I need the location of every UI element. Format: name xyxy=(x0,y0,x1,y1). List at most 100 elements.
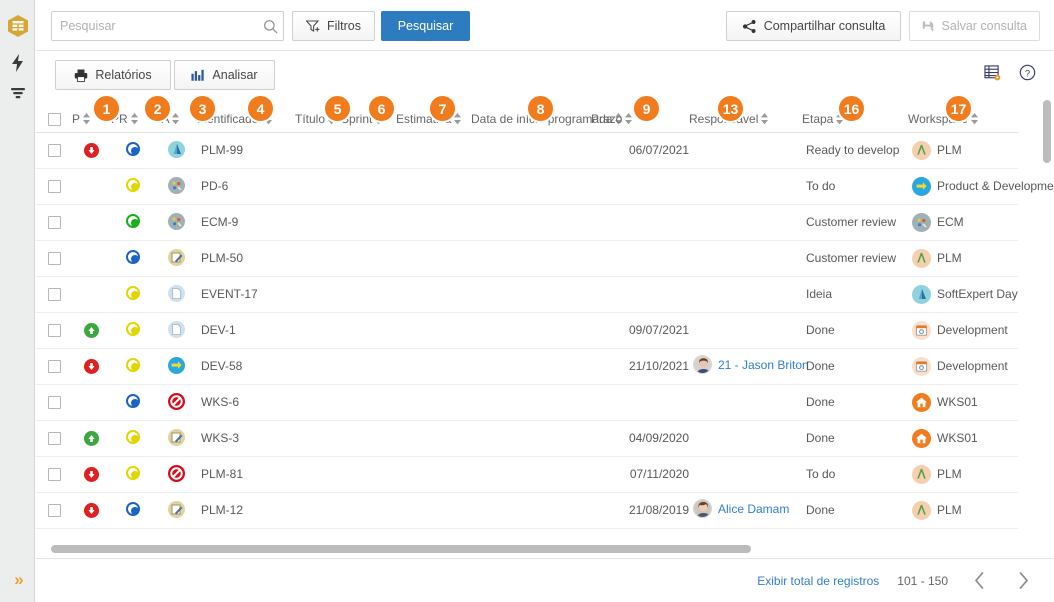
sort-ta-icon[interactable] xyxy=(172,112,180,125)
owner-name[interactable]: Alice Damam xyxy=(718,502,789,516)
cell-identifier[interactable]: PLM-12 xyxy=(197,492,295,529)
next-page-button[interactable] xyxy=(1010,568,1036,594)
sort-workspace-icon[interactable] xyxy=(970,112,978,125)
workspace-chip[interactable]: Development xyxy=(912,356,1008,376)
sort-pr-icon[interactable] xyxy=(130,112,138,125)
cell-ta xyxy=(155,456,197,493)
table-row[interactable]: PD-6 To do Product & Development xyxy=(36,168,1054,205)
cell-ta xyxy=(155,204,197,241)
share-query-button[interactable]: Compartilhar consulta xyxy=(726,11,901,41)
filters-button[interactable]: Filtros xyxy=(292,11,375,41)
cell-select[interactable] xyxy=(36,312,72,349)
cell-select[interactable] xyxy=(36,348,72,385)
cell-select[interactable] xyxy=(36,168,72,205)
table-row[interactable]: PLM-81 07/11/2020 To do PLM xyxy=(36,456,1018,493)
owner-name[interactable]: 21 - Jason Briton xyxy=(718,358,809,372)
cell-sprint xyxy=(341,312,396,349)
expand-sidebar-button[interactable]: » xyxy=(0,566,35,594)
owner-chip[interactable]: Alice Damam xyxy=(693,499,789,518)
owner-chip[interactable]: 21 - Jason Briton xyxy=(693,355,809,374)
search-box[interactable] xyxy=(51,11,284,41)
workspace-chip[interactable]: SoftExpert Day xyxy=(912,284,1018,304)
table-row[interactable]: PLM-12 21/08/2019 Alice Damam Done PLM xyxy=(36,492,1018,529)
row-checkbox[interactable] xyxy=(48,396,61,410)
cell-identifier[interactable]: WKS-3 xyxy=(197,420,295,457)
bolt-icon[interactable] xyxy=(0,50,35,76)
grid-settings-icon[interactable] xyxy=(984,64,1001,81)
cell-select[interactable] xyxy=(36,492,72,529)
cell-workspace: Product & Development xyxy=(908,168,1054,205)
search-icon[interactable] xyxy=(257,12,283,40)
save-query-button[interactable]: Salvar consulta xyxy=(909,11,1040,41)
cell-identifier[interactable]: DEV-58 xyxy=(197,348,295,385)
cell-identifier[interactable]: EVENT-17 xyxy=(197,276,295,313)
reports-button[interactable]: Relatórios xyxy=(55,60,171,90)
row-checkbox[interactable] xyxy=(48,432,61,446)
workspace-chip[interactable]: PLM xyxy=(912,140,962,160)
table-row[interactable]: PLM-50 Customer review PLM xyxy=(36,240,1018,277)
table-row[interactable]: WKS-6 Done WKS01 xyxy=(36,384,1018,421)
cell-select[interactable] xyxy=(36,204,72,241)
row-checkbox[interactable] xyxy=(48,324,61,338)
sort-deadline-icon[interactable] xyxy=(625,112,633,125)
cell-identifier[interactable]: PLM-99 xyxy=(197,132,295,169)
sort-owner-icon[interactable] xyxy=(761,112,769,125)
workspace-chip[interactable]: Product & Development xyxy=(912,176,1054,196)
workspace-chip[interactable]: PLM xyxy=(912,464,962,484)
show-total-records-link[interactable]: Exibir total de registros xyxy=(757,574,879,588)
cell-owner xyxy=(689,240,802,277)
row-checkbox[interactable] xyxy=(48,288,61,302)
cell-select[interactable] xyxy=(36,240,72,277)
cell-sprint xyxy=(341,240,396,277)
th-owner[interactable]: Responsável xyxy=(689,99,802,133)
workspace-chip[interactable]: WKS01 xyxy=(912,428,978,448)
help-circle-icon[interactable]: ? xyxy=(1019,64,1036,81)
cell-select[interactable] xyxy=(36,132,72,169)
cell-identifier[interactable]: PLM-50 xyxy=(197,240,295,277)
cell-identifier[interactable]: PLM-81 xyxy=(197,456,295,493)
row-checkbox[interactable] xyxy=(48,468,61,482)
table-row[interactable]: DEV-58 21/10/2021 21 - Jason Briton Done Dev… xyxy=(36,348,1018,385)
search-input[interactable] xyxy=(52,12,257,40)
workspace-chip[interactable]: Development xyxy=(912,320,1008,340)
cell-select[interactable] xyxy=(36,456,72,493)
workspace-chip[interactable]: WKS01 xyxy=(912,392,978,412)
vertical-scrollbar[interactable] xyxy=(1042,100,1052,545)
horizontal-scrollbar[interactable] xyxy=(51,545,1036,554)
row-checkbox[interactable] xyxy=(48,144,61,158)
workspace-chip[interactable]: PLM xyxy=(912,500,962,520)
filter-icon[interactable] xyxy=(0,80,35,106)
callout-badge-4: 4 xyxy=(246,94,275,123)
row-checkbox[interactable] xyxy=(48,504,61,518)
cell-workspace: ECM xyxy=(908,204,1018,241)
results-table-container[interactable]: P PR Identificador Título Sprint Estimat… xyxy=(36,99,1054,551)
horizontal-scrollbar-thumb[interactable] xyxy=(51,545,751,553)
row-checkbox[interactable] xyxy=(48,252,61,266)
cell-identifier[interactable]: WKS-6 xyxy=(197,384,295,421)
cell-select[interactable] xyxy=(36,384,72,421)
previous-page-button[interactable] xyxy=(966,568,992,594)
cell-identifier[interactable]: DEV-1 xyxy=(197,312,295,349)
search-button[interactable]: Pesquisar xyxy=(381,11,470,41)
cell-identifier[interactable]: ECM-9 xyxy=(197,204,295,241)
analyze-button[interactable]: Analisar xyxy=(174,60,275,90)
sort-p-icon[interactable] xyxy=(83,112,91,125)
cell-identifier[interactable]: PD-6 xyxy=(197,168,295,205)
cell-select[interactable] xyxy=(36,420,72,457)
table-row[interactable]: EVENT-17 Ideia SoftExpert Day xyxy=(36,276,1018,313)
cell-ta xyxy=(155,312,197,349)
workspace-chip[interactable]: PLM xyxy=(912,248,962,268)
row-checkbox[interactable] xyxy=(48,216,61,230)
vertical-scrollbar-thumb[interactable] xyxy=(1043,100,1051,163)
stage-text: Done xyxy=(806,359,835,373)
select-all-checkbox[interactable] xyxy=(48,112,61,126)
table-row[interactable]: ECM-9 Customer review ECM xyxy=(36,204,1018,241)
softexpert-logo-icon[interactable] xyxy=(7,14,29,38)
row-checkbox[interactable] xyxy=(48,180,61,194)
table-row[interactable]: PLM-99 06/07/2021 Ready to develop PLM xyxy=(36,132,1018,169)
row-checkbox[interactable] xyxy=(48,360,61,374)
table-row[interactable]: DEV-1 09/07/2021 Done Development xyxy=(36,312,1018,349)
table-row[interactable]: WKS-3 04/09/2020 Done WKS01 xyxy=(36,420,1018,457)
workspace-chip[interactable]: ECM xyxy=(912,212,964,232)
cell-select[interactable] xyxy=(36,276,72,313)
